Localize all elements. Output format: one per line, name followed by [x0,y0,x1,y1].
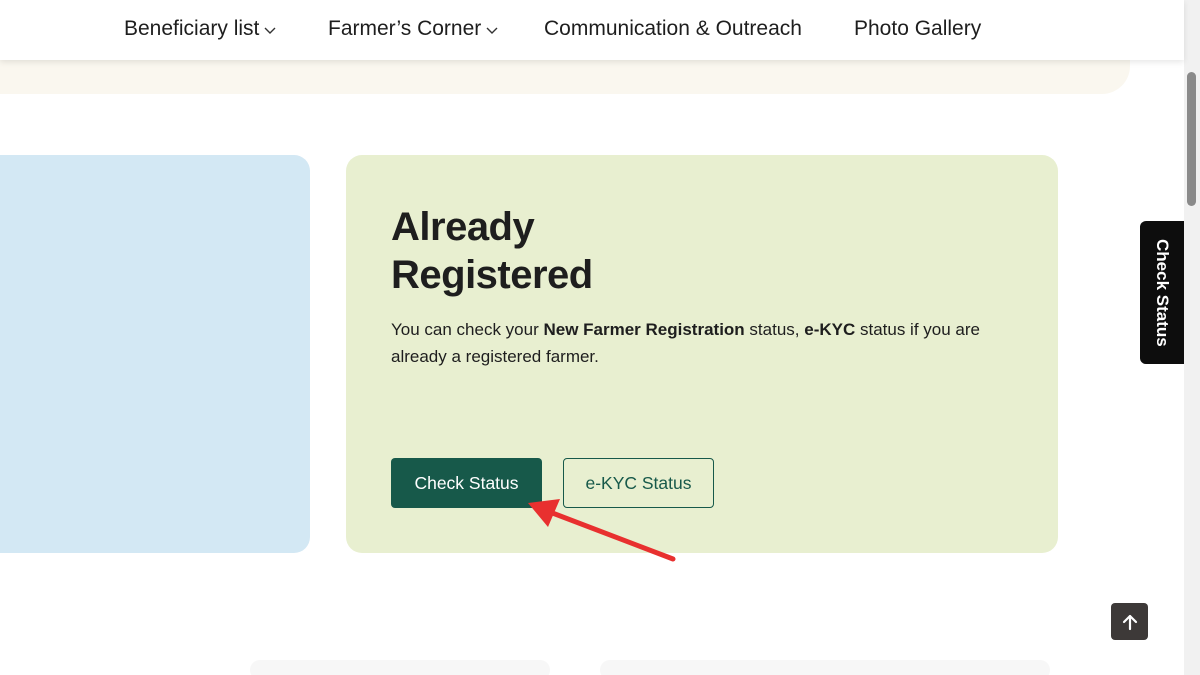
scroll-to-top-button[interactable] [1111,603,1148,640]
nav-photo-gallery-label: Photo Gallery [854,17,982,40]
chevron-down-icon [486,27,498,34]
card-title-line2: Registered [391,253,593,297]
nav-beneficiary-list[interactable]: Beneficiary list [124,0,277,58]
chevron-down-icon [264,27,276,34]
card-description: You can check your New Farmer Registrati… [391,316,1021,370]
scrollbar-thumb[interactable] [1187,72,1196,206]
nav-communication-outreach-label: Communication & Outreach [544,17,802,40]
faint-card-shadow [250,660,550,675]
already-registered-card: Already Registered You can check your Ne… [346,155,1058,553]
nav-farmers-corner-label: Farmer’s Corner [328,17,482,40]
desc-text-1: You can check your [391,320,544,339]
nav-communication-outreach[interactable]: Communication & Outreach [544,0,802,58]
nav-photo-gallery[interactable]: Photo Gallery [854,0,981,58]
desc-bold-ekyc: e-KYC [804,320,856,339]
red-arrow-annotation [528,499,676,562]
info-card-blue [0,155,310,553]
card-title: Already Registered [391,203,691,299]
arrow-up-icon [1122,614,1137,630]
card-title-line1: Already [391,205,535,249]
nav-beneficiary-list-label: Beneficiary list [124,17,260,40]
side-check-status-label: Check Status [1153,238,1172,347]
desc-bold-new-farmer-registration: New Farmer Registration [543,320,745,339]
top-navigation: Beneficiary list Farmer’s Corner Communi… [0,0,1184,60]
side-check-status-tab[interactable]: Check Status [1140,221,1184,364]
page: Beneficiary list Farmer’s Corner Communi… [0,0,1200,675]
faint-card-shadow [600,660,1050,675]
desc-text-2: status, [744,320,805,339]
nav-farmers-corner[interactable]: Farmer’s Corner [328,0,499,58]
scrollbar[interactable] [1184,0,1200,675]
